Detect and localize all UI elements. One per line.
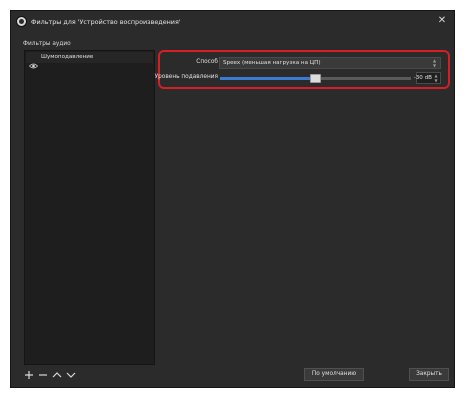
audio-filters-label: Фильтры аудио — [23, 41, 71, 47]
suppression-level-value: -30 dB — [413, 75, 432, 81]
method-label: Способ — [196, 59, 218, 65]
method-selected-value: Speex (меньшая нагрузка на ЦП) — [223, 60, 321, 66]
close-window-button[interactable]: ✕ — [436, 15, 448, 27]
eye-icon[interactable] — [28, 54, 39, 69]
spin-arrows-icon[interactable]: ▲ ▼ — [433, 73, 439, 83]
highlight-frame — [158, 50, 450, 89]
filters-window: Фильтры для 'Устройство воспроизведения'… — [10, 10, 455, 388]
window-title: Фильтры для 'Устройство воспроизведения' — [31, 18, 181, 26]
plus-icon[interactable] — [23, 369, 35, 381]
arrow-down-icon[interactable] — [65, 369, 77, 381]
slider-fill — [220, 77, 312, 80]
slider-handle[interactable] — [310, 74, 321, 83]
suppression-level-spinbox[interactable]: -30 dB ▲ ▼ — [413, 72, 441, 84]
method-dropdown[interactable]: Speex (меньшая нагрузка на ЦП) ▲ ▼ — [219, 57, 441, 69]
minus-icon[interactable] — [37, 369, 49, 381]
filter-list[interactable]: Шумоподавление — [24, 50, 155, 365]
filter-item-noise-suppression[interactable]: Шумоподавление — [26, 52, 153, 69]
title-bar: Фильтры для 'Устройство воспроизведения'… — [11, 11, 454, 33]
filter-item-label: Шумоподавление — [41, 54, 94, 60]
suppression-level-label: Уровень подавления — [154, 74, 218, 80]
close-button[interactable]: Закрыть — [409, 368, 449, 381]
arrow-up-icon[interactable] — [51, 369, 63, 381]
suppression-level-slider[interactable] — [220, 74, 411, 83]
chevron-updown-icon: ▲ ▼ — [432, 58, 437, 68]
obs-logo-icon — [16, 16, 27, 27]
filter-properties-panel: Способ Speex (меньшая нагрузка на ЦП) ▲ ▼… — [154, 49, 454, 365]
defaults-button[interactable]: По умолчанию — [304, 368, 364, 381]
